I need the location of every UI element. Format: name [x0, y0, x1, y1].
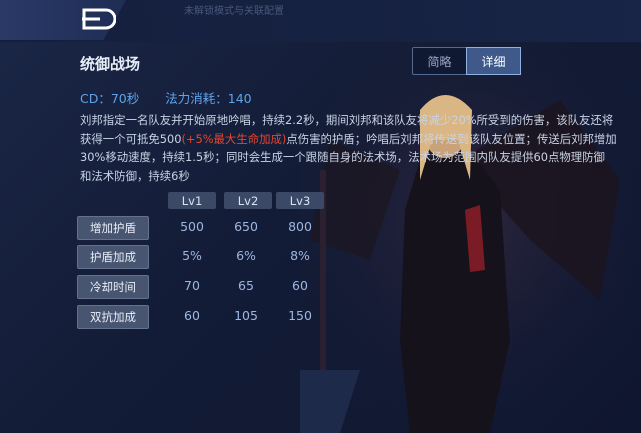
desc-line-2: 获得一个可抵免500(+5%最大生命加成)点伤害的护盾；吟唱后刘邦将传送到该队友… [80, 130, 640, 149]
row-value: 650 [234, 219, 258, 234]
character-art [300, 40, 641, 433]
row-value: 60 [292, 278, 308, 293]
row-value: 500 [180, 219, 204, 234]
desc-line-4: 和法术防御，持续6秒 [80, 168, 190, 183]
row-value: 60 [184, 308, 200, 323]
level-header-1: Lv1 [168, 192, 216, 209]
desc-text: 点伤害的护盾；吟唱后刘邦将传送到该队友位置；传送后刘邦增加 [286, 131, 617, 146]
tab-detail[interactable]: 详细 [466, 47, 521, 75]
row-value: 105 [234, 308, 258, 323]
top-faint-text: 未解锁模式与关联配置 [184, 6, 284, 17]
row-label-defense-bonus: 双抗加成 [77, 305, 149, 329]
row-value: 5% [182, 248, 202, 263]
row-value: 8% [290, 248, 310, 263]
desc-highlight: (+5%最大生命加成) [181, 131, 287, 146]
back-icon[interactable] [80, 8, 116, 30]
level-header-2: Lv2 [224, 192, 272, 209]
level-header-3: Lv3 [276, 192, 324, 209]
row-value: 70 [184, 278, 200, 293]
skill-description: 刘邦指定一名队友并开始原地吟唱，持续2.2秒，期间刘邦和该队友将减少20%所受到… [80, 111, 640, 185]
skill-stats: CD：70秒 法力消耗：140 [80, 88, 252, 107]
row-value: 150 [288, 308, 312, 323]
cd-label: CD：70秒 [80, 91, 140, 106]
row-value: 6% [236, 248, 256, 263]
desc-text: 获得一个可抵免500 [80, 131, 182, 146]
row-value: 800 [288, 219, 312, 234]
desc-line-1: 刘邦指定一名队友并开始原地吟唱，持续2.2秒，期间刘邦和该队友将减少20%所受到… [80, 113, 614, 127]
skill-title: 统御战场 [80, 55, 141, 73]
row-label-shield: 增加护盾 [77, 216, 149, 240]
tab-simple[interactable]: 简略 [413, 48, 466, 74]
desc-line-3: 30%移动速度，持续1.5秒；同时会生成一个跟随自身的法术场，法术场为范围内队友… [80, 150, 605, 164]
row-label-shield-bonus: 护盾加成 [77, 245, 149, 269]
row-value: 65 [238, 278, 254, 293]
cost-label: 法力消耗：140 [165, 91, 252, 106]
row-label-cooldown: 冷却时间 [77, 275, 149, 299]
view-toggle: 简略 详细 [412, 47, 521, 75]
